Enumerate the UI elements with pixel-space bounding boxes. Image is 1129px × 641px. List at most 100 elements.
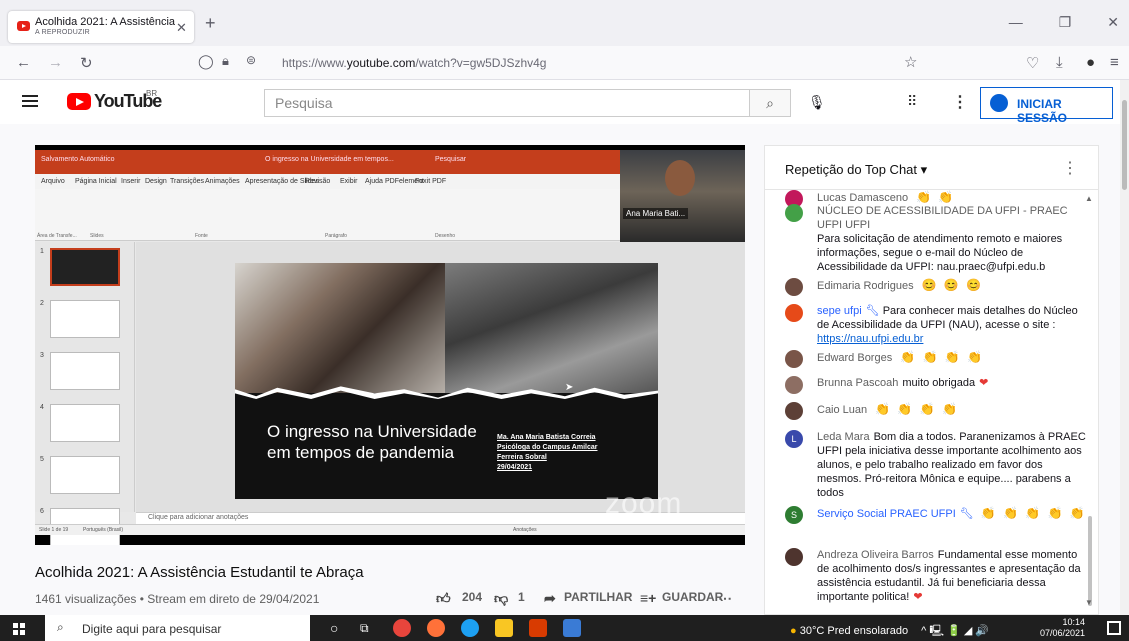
- emoji-reaction: 👏 👏: [916, 190, 956, 204]
- chat-avatar[interactable]: [785, 278, 803, 296]
- shield-icon[interactable]: ◯: [198, 53, 214, 70]
- weather-icon[interactable]: ●: [790, 625, 797, 637]
- url-bar[interactable]: ◯ 🔒︎ ⊜ https://www.youtube.com/watch?v=g…: [198, 50, 926, 76]
- chat-avatar[interactable]: [785, 548, 803, 566]
- chat-author[interactable]: Caio Luan: [817, 404, 867, 416]
- permissions-icon[interactable]: ⊜: [246, 53, 256, 67]
- microphone-icon[interactable]: 🎙︎: [808, 94, 826, 111]
- ppt-tab: Arquivo: [41, 178, 65, 185]
- chat-avatar[interactable]: [785, 376, 803, 394]
- video-meta: 1461 visualizações • Stream em direto de…: [35, 592, 320, 606]
- forward-icon[interactable]: →: [48, 54, 63, 71]
- chat-text: Para solicitação de atendimento remoto e…: [817, 233, 1063, 273]
- dislike-icon[interactable]: 👎︎: [494, 590, 508, 607]
- bookmark-star-icon[interactable]: ☆: [904, 53, 917, 71]
- photos-icon[interactable]: [563, 619, 581, 637]
- chat-author[interactable]: Lucas Damasceno: [817, 192, 908, 204]
- minimize-icon[interactable]: —: [1009, 14, 1023, 31]
- like-icon[interactable]: 👍︎: [436, 590, 451, 607]
- save-icon[interactable]: ≡+: [640, 590, 656, 606]
- masked-student-photo: [445, 263, 658, 393]
- tray-icons[interactable]: ^ 🖳 🔋 ◢ 🔊: [921, 625, 989, 637]
- sign-in-button[interactable]: INICIAR SESSÃO: [980, 87, 1113, 125]
- clock-date: 07/06/2021: [1040, 628, 1086, 638]
- like-count[interactable]: 204: [462, 590, 482, 604]
- scroll-up-icon[interactable]: ▲: [1085, 194, 1093, 203]
- chat-header-title: Repetição do Top Chat: [785, 162, 918, 177]
- edge-icon[interactable]: [461, 619, 479, 637]
- back-icon[interactable]: ←: [16, 54, 31, 71]
- chat-author[interactable]: Edimaria Rodrigues: [817, 280, 914, 292]
- chat-author[interactable]: Serviço Social PRAEC UFPI: [817, 508, 956, 520]
- menu-icon[interactable]: ≡: [1110, 54, 1119, 71]
- system-clock[interactable]: 10:14 07/06/2021: [1040, 617, 1085, 639]
- video-player[interactable]: Salvamento Automático O ingresso na Univ…: [35, 145, 745, 545]
- chat-avatar[interactable]: [785, 204, 803, 222]
- pocket-icon[interactable]: ♡: [1026, 54, 1039, 72]
- chat-message-body: NÚCLEO DE ACESSIBILIDADE DA UFPI - PRAEC…: [817, 204, 1087, 274]
- ppt-tab: Transições: [170, 178, 204, 185]
- ppt-ribbon-group: Fonte: [195, 233, 208, 239]
- task-view-icon[interactable]: ⧉: [360, 621, 378, 639]
- apps-grid-icon[interactable]: ⠿: [907, 93, 917, 110]
- file-explorer-icon[interactable]: [495, 619, 513, 637]
- close-tab-icon[interactable]: ✕: [176, 20, 187, 36]
- search-button[interactable]: ⌕: [749, 89, 791, 117]
- ppt-menu: Arquivo Página Inicial Inserir Design Transi…: [35, 174, 620, 189]
- emoji-reaction: 😊 😊 😊: [921, 278, 984, 292]
- account-icon[interactable]: ●: [1086, 54, 1095, 71]
- chat-mode-selector[interactable]: Repetição do Top Chat ▾: [785, 162, 927, 178]
- search-input[interactable]: Pesquisa: [264, 89, 750, 117]
- taskbar-search[interactable]: ⌕ Digite aqui para pesquisar: [45, 615, 310, 641]
- page-scroll-thumb[interactable]: [1122, 100, 1127, 190]
- chat-message-body: Brunna Pascoah muito obrigada ❤: [817, 376, 1087, 390]
- scroll-down-icon[interactable]: ▼: [1085, 598, 1093, 607]
- guide-menu-icon[interactable]: [22, 95, 38, 107]
- chat-author[interactable]: Edward Borges: [817, 352, 892, 364]
- cortana-icon[interactable]: ○: [330, 620, 348, 638]
- new-tab-button[interactable]: +: [205, 13, 216, 34]
- share-icon[interactable]: ➦: [544, 590, 556, 607]
- youtube-header: YouTube BR Pesquisa ⌕ 🎙︎ ⠿ ⋮ INICIAR SES…: [0, 80, 1129, 125]
- chat-avatar[interactable]: S: [785, 506, 803, 524]
- download-icon[interactable]: ⤓: [1056, 54, 1063, 71]
- reload-icon[interactable]: ↻: [80, 54, 93, 72]
- status-language: Português (Brasil): [83, 527, 124, 533]
- page-scrollbar[interactable]: [1120, 80, 1129, 615]
- browser-tab-active[interactable]: Acolhida 2021: A Assistência Est A REPRO…: [8, 11, 194, 43]
- close-window-icon[interactable]: ✕: [1107, 14, 1119, 31]
- youtube-logo-icon[interactable]: [67, 93, 91, 110]
- slide-title: O ingresso na Universidade em tempos de …: [267, 421, 477, 463]
- lock-icon[interactable]: 🔒︎: [222, 53, 229, 69]
- office-icon[interactable]: [529, 619, 547, 637]
- chat-author[interactable]: Leda Mara: [817, 431, 870, 443]
- chat-avatar[interactable]: [785, 304, 803, 322]
- chat-author[interactable]: Brunna Pascoah: [817, 377, 898, 389]
- chat-link[interactable]: https://nau.ufpi.edu.br: [817, 333, 923, 345]
- chat-author[interactable]: Andreza Oliveira Barros: [817, 549, 934, 561]
- more-actions-icon[interactable]: ⋯: [718, 590, 732, 607]
- zoom-watermark: zoom: [605, 487, 683, 520]
- firefox-icon[interactable]: [427, 619, 445, 637]
- tab-subtitle: A REPRODUZIR: [35, 29, 90, 36]
- notifications-icon[interactable]: [1107, 621, 1121, 635]
- chat-avatar[interactable]: L: [785, 430, 803, 448]
- slide-title-line2: em tempos de pandemia: [267, 443, 455, 462]
- share-button[interactable]: PARTILHAR: [564, 590, 632, 604]
- weather-text[interactable]: 30°C Pred ensolarado: [800, 625, 908, 637]
- save-button[interactable]: GUARDAR: [662, 590, 723, 604]
- status-slide-count: Slide 1 de 19: [39, 527, 69, 533]
- chat-scroll-thumb[interactable]: [1088, 516, 1092, 606]
- chat-author[interactable]: sepe ufpi: [817, 305, 862, 317]
- chrome-icon[interactable]: [393, 619, 411, 637]
- chat-more-icon[interactable]: ⋮: [1062, 158, 1078, 178]
- taskbar-search-icon: ⌕: [57, 620, 64, 634]
- windows-start-icon[interactable]: [13, 623, 25, 635]
- dislike-count[interactable]: 1: [518, 590, 525, 604]
- chat-avatar[interactable]: [785, 402, 803, 420]
- restore-icon[interactable]: ❐: [1059, 14, 1072, 31]
- settings-more-icon[interactable]: ⋮: [952, 92, 968, 112]
- chat-scrollbar[interactable]: ▲ ▼: [1085, 190, 1095, 614]
- chat-avatar[interactable]: [785, 350, 803, 368]
- chat-author[interactable]: NÚCLEO DE ACESSIBILIDADE DA UFPI - PRAEC…: [817, 205, 1068, 231]
